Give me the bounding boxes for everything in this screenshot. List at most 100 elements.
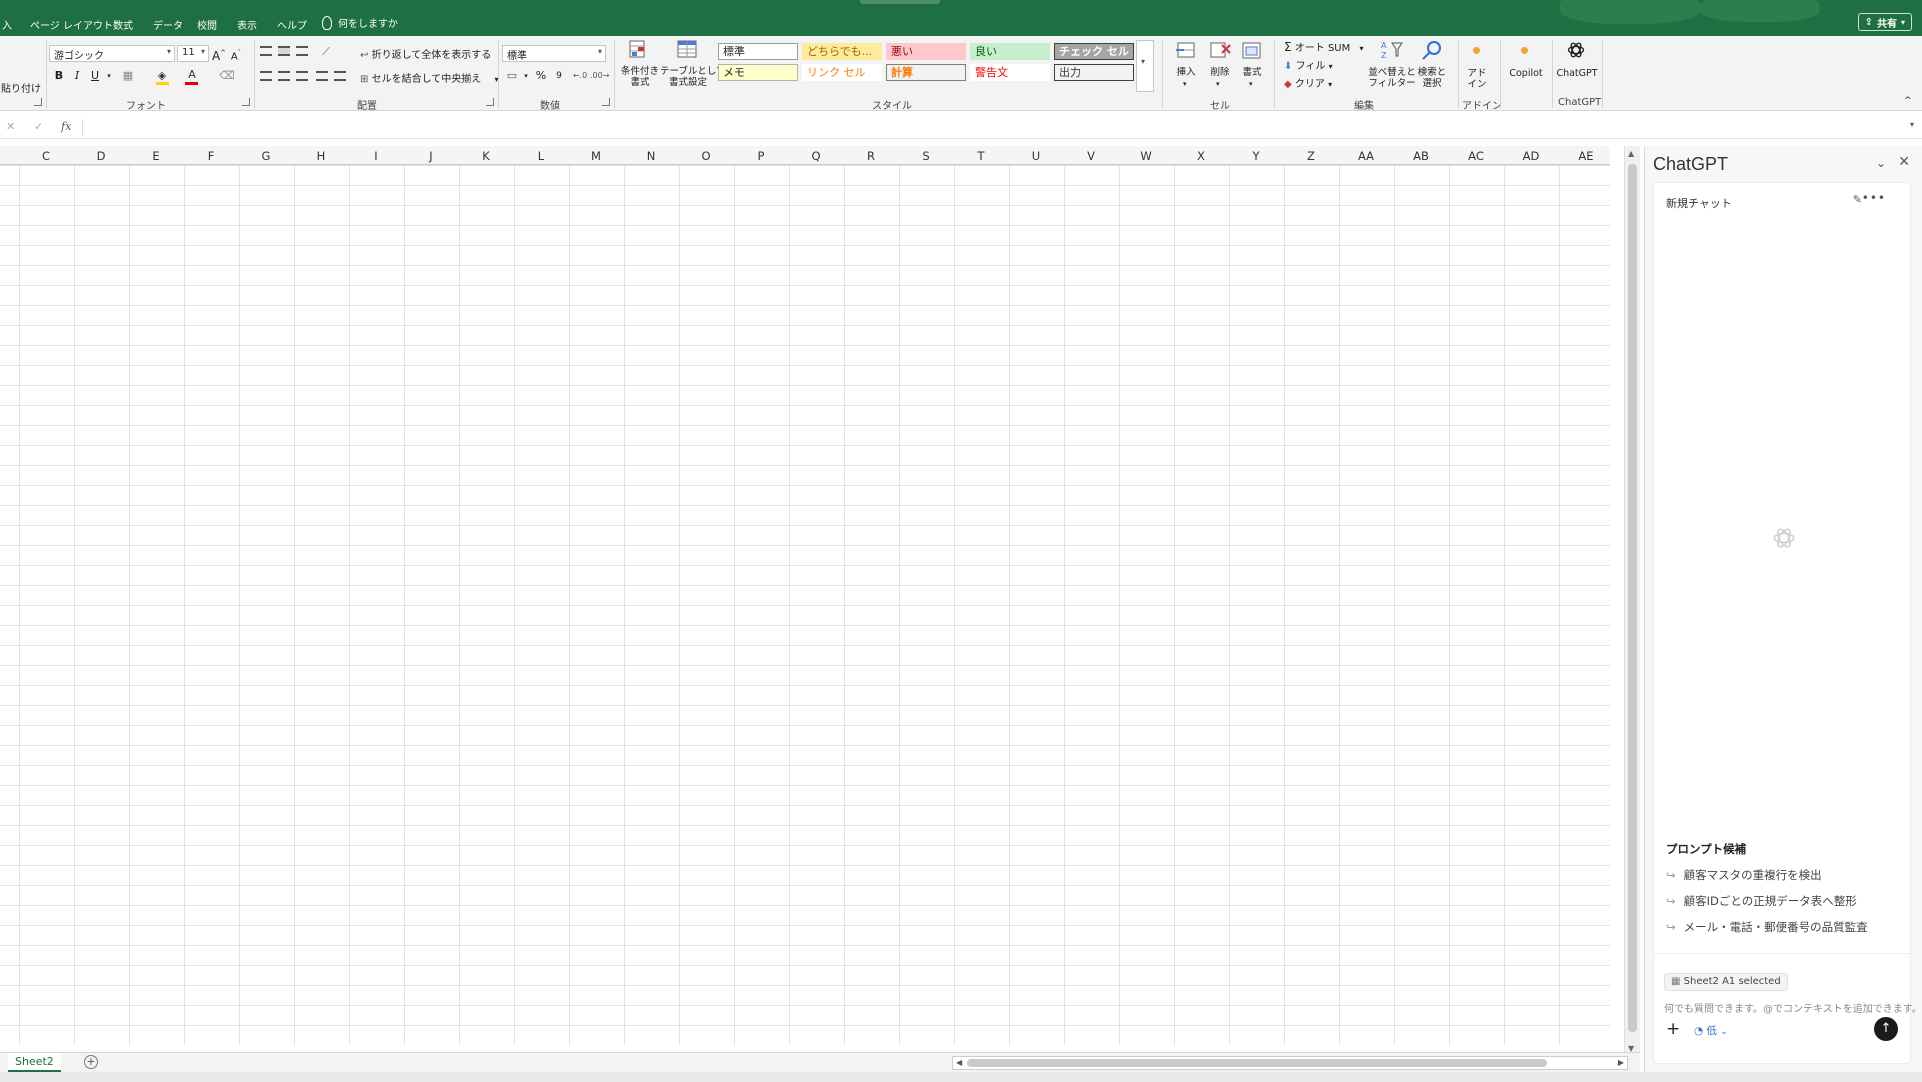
decrease-indent-icon[interactable] — [316, 71, 328, 81]
suggestion-item[interactable]: ↪ 顧客マスタの重複行を検出 — [1666, 867, 1822, 883]
column-header[interactable]: J — [429, 149, 432, 163]
column-header[interactable]: AA — [1358, 149, 1374, 163]
merge-center-button[interactable]: ⊞ セルを結合して中央揃え ▾ — [360, 70, 498, 85]
alignment-launcher[interactable] — [486, 98, 494, 106]
column-header[interactable]: AB — [1413, 149, 1429, 163]
chat-input[interactable]: 何でも質問できます。@でコンテキストを追加できます。 — [1664, 1000, 1922, 1015]
column-header[interactable]: M — [591, 149, 601, 163]
cell-style-swatch[interactable]: メモ — [718, 64, 798, 81]
copilot-button[interactable]: Copilot — [1504, 68, 1548, 79]
chevron-down-icon[interactable]: ▾ — [1249, 80, 1253, 88]
column-header[interactable]: R — [867, 149, 875, 163]
comma-style-button[interactable]: 9 — [551, 68, 567, 84]
tab-formulas[interactable]: 数式 — [113, 17, 133, 32]
horizontal-scroll-thumb[interactable] — [967, 1059, 1547, 1067]
wrap-text-button[interactable]: ↩ 折り返して全体を表示する — [360, 46, 491, 61]
column-header[interactable]: Q — [811, 149, 820, 163]
italic-button[interactable]: I — [69, 68, 85, 84]
insert-function-button[interactable]: fx — [61, 120, 71, 133]
format-button[interactable]: 書式 — [1236, 67, 1268, 78]
share-button[interactable]: ⇪ 共有 ▾ — [1857, 13, 1912, 31]
close-icon[interactable]: ✕ — [1898, 154, 1910, 170]
font-size-select[interactable]: 11 ▾ — [177, 45, 209, 62]
column-header[interactable]: T — [977, 149, 984, 163]
column-header[interactable]: C — [42, 149, 50, 163]
sort-filter-button[interactable]: 並べ替えと フィルター — [1368, 67, 1416, 89]
cell-style-swatch[interactable]: リンク セル — [802, 64, 882, 81]
context-chip[interactable]: ▦ Sheet2 A1 selected — [1664, 973, 1788, 991]
cell-style-swatch[interactable]: 警告文 — [970, 64, 1050, 81]
more-icon[interactable]: ••• — [1862, 191, 1886, 205]
clear-format-icon[interactable]: ⌫ — [219, 68, 235, 84]
cell-style-swatch[interactable]: 計算 — [886, 64, 966, 81]
tab-help[interactable]: ヘルプ — [277, 17, 307, 32]
collapse-ribbon-icon[interactable]: ^ — [1904, 96, 1912, 106]
chevron-down-icon[interactable]: ▾ — [518, 68, 534, 84]
formula-input[interactable] — [82, 119, 1902, 137]
align-left-icon[interactable] — [260, 71, 272, 81]
column-header[interactable]: V — [1087, 149, 1095, 163]
chevron-down-icon[interactable]: ▾ — [101, 68, 117, 84]
cancel-icon[interactable]: ✕ — [6, 120, 15, 133]
clear-button[interactable]: ◆ クリア ▾ — [1284, 75, 1332, 90]
chevron-down-icon[interactable]: ▾ — [1183, 80, 1187, 88]
column-header[interactable]: L — [538, 149, 544, 163]
expand-formula-bar-icon[interactable]: ▾ — [1910, 120, 1914, 129]
column-header[interactable]: H — [317, 149, 326, 163]
styles-gallery-scroll[interactable]: ▾ — [1136, 40, 1154, 92]
decrease-decimal-icon[interactable]: .00→ — [590, 68, 609, 84]
scroll-left-icon[interactable]: ◀ — [956, 1058, 962, 1067]
clipboard-launcher[interactable] — [34, 98, 42, 106]
increase-decimal-icon[interactable]: ←.0 — [572, 68, 588, 84]
bold-button[interactable]: B — [51, 68, 67, 84]
align-bottom-icon[interactable] — [296, 46, 308, 56]
chevron-down-icon[interactable]: ▾ — [1216, 80, 1220, 88]
increase-indent-icon[interactable] — [334, 71, 346, 81]
reasoning-effort-select[interactable]: ◔ 低 ⌄ — [1694, 1023, 1728, 1038]
column-header[interactable]: Y — [1252, 149, 1259, 163]
column-header[interactable]: X — [1197, 149, 1205, 163]
column-header[interactable]: AE — [1578, 149, 1593, 163]
cell-style-swatch[interactable]: チェック セル — [1054, 43, 1134, 60]
enter-icon[interactable]: ✓ — [34, 120, 43, 133]
column-header[interactable]: W — [1140, 149, 1151, 163]
chatgpt-button[interactable]: ChatGPT — [1554, 68, 1600, 79]
horizontal-scrollbar[interactable]: ◀ ▶ — [952, 1056, 1628, 1070]
send-button[interactable]: ↑ — [1874, 1017, 1898, 1041]
cell-area[interactable] — [0, 165, 1610, 1045]
format-as-table-button[interactable]: テーブルとして 書式設定 — [660, 66, 726, 88]
find-select-button[interactable]: 検索と 選択 — [1414, 67, 1450, 89]
column-header[interactable]: O — [701, 149, 710, 163]
add-sheet-icon[interactable]: + — [84, 1055, 98, 1069]
column-header[interactable]: Z — [1307, 149, 1315, 163]
align-top-icon[interactable] — [260, 46, 272, 56]
column-header[interactable]: AC — [1468, 149, 1484, 163]
font-name-select[interactable]: 游ゴシック ▾ — [49, 45, 175, 62]
increase-font-icon[interactable]: A^ — [211, 45, 227, 63]
addins-button[interactable]: アド イン — [1462, 68, 1492, 90]
column-header[interactable]: S — [922, 149, 929, 163]
suggestion-item[interactable]: ↪ 顧客IDごとの正規データ表へ整形 — [1666, 893, 1857, 909]
align-right-icon[interactable] — [296, 71, 308, 81]
tab-data[interactable]: データ — [153, 17, 183, 32]
tab-page-layout[interactable]: ページ レイアウト — [30, 17, 113, 32]
scroll-right-icon[interactable]: ▶ — [1618, 1058, 1624, 1067]
cell-style-swatch[interactable]: 出力 — [1054, 64, 1134, 81]
add-attachment-icon[interactable]: + — [1666, 1019, 1680, 1039]
column-header[interactable]: G — [262, 149, 271, 163]
vertical-scroll-thumb[interactable] — [1628, 164, 1637, 1032]
column-header[interactable]: F — [208, 149, 215, 163]
compose-icon[interactable]: ✎ — [1853, 193, 1862, 206]
column-header[interactable]: P — [758, 149, 765, 163]
fill-button[interactable]: ⬇ フィル ▾ — [1284, 57, 1333, 72]
column-header[interactable]: U — [1032, 149, 1040, 163]
number-launcher[interactable] — [602, 98, 610, 106]
number-format-select[interactable]: 標準 ▾ — [502, 45, 606, 62]
decrease-font-icon[interactable]: Aˇ — [228, 45, 244, 62]
cell-style-swatch[interactable]: 良い — [970, 43, 1050, 60]
paste-button[interactable]: 貼り付け — [1, 80, 41, 95]
conditional-format-button[interactable]: 条件付き 書式 — [618, 66, 662, 88]
autosum-button[interactable]: Σ オート SUM ▾ — [1284, 39, 1363, 54]
sheet-tab[interactable]: Sheet2 — [8, 1053, 61, 1072]
column-header[interactable]: E — [152, 149, 159, 163]
